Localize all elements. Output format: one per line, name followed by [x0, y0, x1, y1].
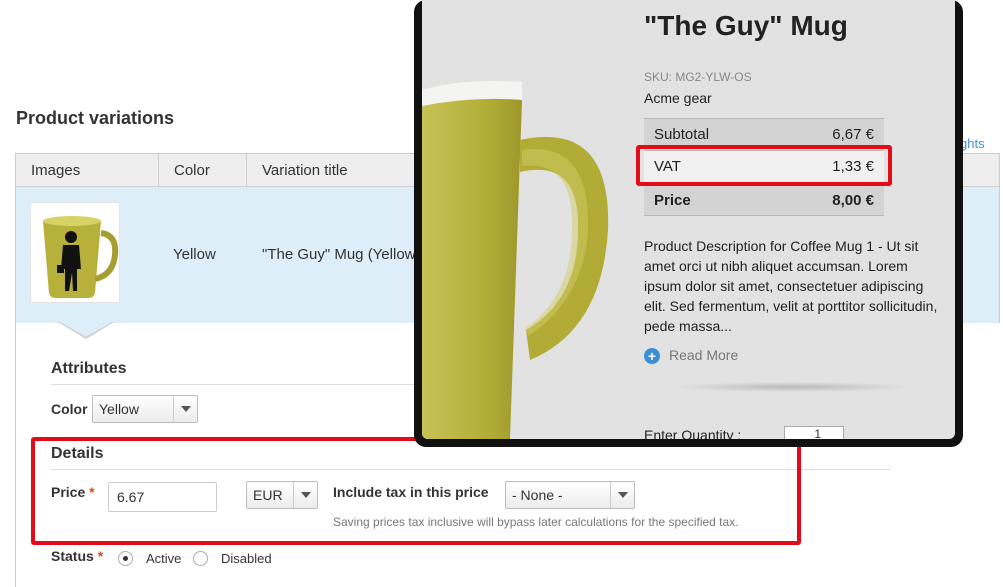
row-color: Yellow	[173, 246, 216, 263]
header-images: Images	[16, 154, 159, 187]
status-disabled-radio[interactable]	[193, 551, 208, 566]
quantity-label: Enter Quantity :	[644, 427, 742, 439]
product-preview: "The Guy" Mug SKU: MG2-YLW-OS Acme gear …	[422, 0, 955, 439]
price-row: Price 8,00 €	[644, 184, 884, 216]
details-highlight-box	[31, 437, 801, 545]
required-mark: *	[97, 548, 104, 564]
attributes-title: Attributes	[51, 360, 127, 377]
right-link[interactable]: ghts	[960, 136, 985, 151]
status-active-radio[interactable]	[118, 551, 133, 566]
color-select[interactable]: Yellow	[92, 395, 198, 423]
section-title: Product variations	[16, 108, 175, 128]
price-total-value: 8,00 €	[832, 192, 874, 209]
product-description: Product Description for Coffee Mug 1 - U…	[644, 238, 938, 334]
quantity-input[interactable]: 1	[784, 426, 844, 439]
divider-shadow	[672, 382, 912, 392]
product-brand: Acme gear	[644, 90, 712, 106]
status-label: Status *	[51, 548, 104, 564]
price-total-label: Price	[654, 192, 691, 209]
vat-highlight-box	[636, 145, 892, 186]
product-preview-overlay: "The Guy" Mug SKU: MG2-YLW-OS Acme gear …	[414, 0, 963, 447]
chevron-down-icon	[173, 396, 197, 422]
status-disabled-label[interactable]: Disabled	[221, 551, 272, 566]
product-title: "The Guy" Mug	[644, 10, 848, 41]
mug-thumbnail-icon	[43, 216, 119, 298]
header-color: Color	[159, 154, 247, 187]
product-sku: SKU: MG2-YLW-OS	[644, 70, 752, 84]
mug-image-icon	[422, 0, 622, 439]
product-thumbnail[interactable]	[30, 202, 120, 303]
status-active-label[interactable]: Active	[146, 551, 181, 566]
color-select-value: Yellow	[99, 401, 139, 417]
row-variation-title: "The Guy" Mug (Yellow	[262, 246, 416, 263]
color-attribute-label: Color	[51, 401, 88, 417]
plus-circle-icon[interactable]: +	[644, 348, 660, 364]
read-more-link[interactable]: Read More	[669, 347, 738, 363]
